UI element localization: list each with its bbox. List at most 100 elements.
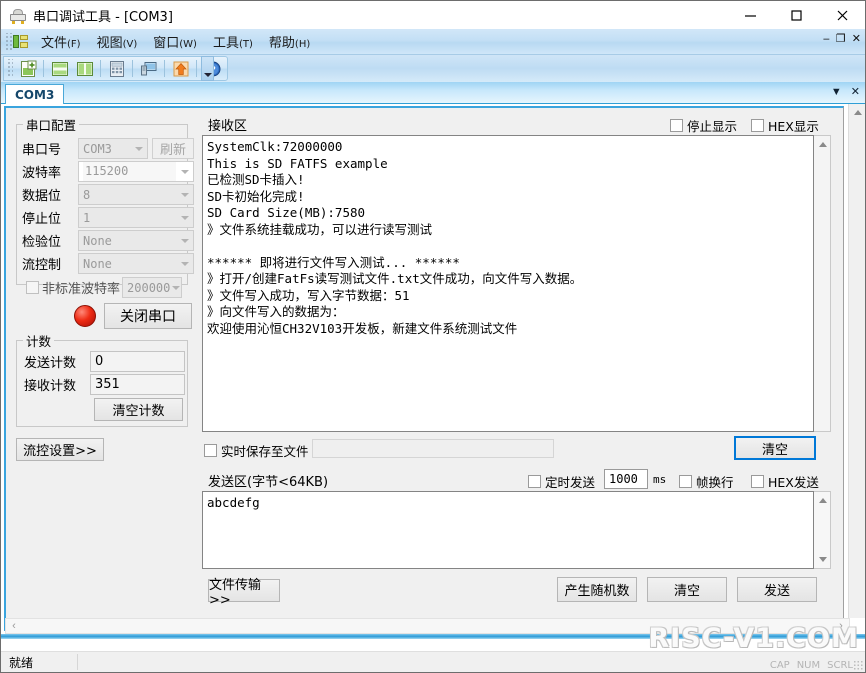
- baudrate-select[interactable]: 115200: [78, 161, 194, 182]
- new-document-icon[interactable]: [16, 58, 39, 80]
- toolbar-overflow-icon[interactable]: [201, 56, 214, 81]
- horizontal-tile-icon[interactable]: [48, 58, 71, 80]
- send-clear-button[interactable]: 清空: [647, 577, 727, 602]
- receive-clear-button[interactable]: 清空: [734, 436, 816, 460]
- port-select-value: COM3: [83, 141, 112, 156]
- nonstandard-baudrate-checkbox[interactable]: [26, 281, 39, 294]
- vertical-tile-icon[interactable]: [73, 58, 96, 80]
- flow-control-settings-label: 流控设置>>: [23, 444, 97, 459]
- receive-textarea[interactable]: SystemClk:72000000 This is SD FATFS exam…: [202, 135, 814, 432]
- save-to-file-checkbox[interactable]: [204, 444, 217, 457]
- counters-group-title: 计数: [26, 334, 52, 349]
- serial-config-group-title: 串口配置: [26, 118, 77, 133]
- child-window-com3: 串口配置 串口号 COM3 刷新 波特率 115200 数据位 8 停止位 1 …: [1, 104, 865, 653]
- scroll-up-icon[interactable]: [849, 104, 865, 121]
- menu-tools-label: 工具: [212, 36, 239, 51]
- close-port-button[interactable]: 关闭串口: [104, 303, 192, 329]
- send-button[interactable]: 发送: [737, 577, 817, 602]
- random-data-button[interactable]: 产生随机数: [557, 577, 637, 602]
- timed-send-row: 定时发送: [528, 472, 595, 491]
- scroll-up-icon[interactable]: [814, 492, 831, 509]
- menu-help-mnemonic: (H): [294, 39, 311, 50]
- window-controls: [727, 1, 865, 29]
- file-transfer-button[interactable]: 文件传输>>: [208, 578, 280, 608]
- chevron-down-icon: [176, 231, 193, 250]
- save-to-file-label: 实时保存至文件: [221, 444, 309, 459]
- scroll-left-icon[interactable]: ‹: [6, 619, 22, 633]
- menu-view-label: 视图: [96, 36, 123, 51]
- recv-count-field[interactable]: 351: [90, 374, 185, 395]
- calculator-icon[interactable]: [105, 58, 128, 80]
- baudrate-row: 波特率 115200: [22, 161, 194, 182]
- maximize-button[interactable]: [773, 1, 819, 29]
- flowcontrol-select[interactable]: None: [78, 253, 194, 274]
- random-data-button-label: 产生随机数: [564, 584, 630, 599]
- mdi-close-button[interactable]: ✕: [852, 33, 861, 45]
- send-interval-input[interactable]: 1000: [604, 469, 648, 489]
- send-count-row: 发送计数 0: [24, 351, 185, 372]
- tab-bar: COM3 ▼ ✕: [1, 82, 865, 104]
- stopbits-select[interactable]: 1: [78, 207, 194, 228]
- refresh-button-label: 刷新: [159, 143, 186, 158]
- parity-row: 检验位 None: [22, 230, 194, 251]
- menu-tools[interactable]: 工具(T): [205, 30, 261, 53]
- status-num-indicator: NUM: [796, 660, 821, 671]
- tab-close-icon[interactable]: ✕: [851, 85, 860, 98]
- mdi-restore-button[interactable]: ❐: [836, 33, 846, 45]
- timed-send-checkbox[interactable]: [528, 475, 541, 488]
- databits-select[interactable]: 8: [78, 184, 194, 205]
- computer-icon[interactable]: [137, 58, 160, 80]
- refresh-button[interactable]: 刷新: [152, 138, 194, 159]
- menu-file[interactable]: 文件(F): [33, 30, 89, 53]
- stopbits-label: 停止位: [22, 212, 62, 227]
- minimize-button[interactable]: [727, 1, 773, 29]
- stop-display-checkbox[interactable]: [670, 119, 683, 132]
- frame-newline-label: 帧换行: [696, 475, 734, 490]
- hex-send-checkbox[interactable]: [751, 475, 764, 488]
- receive-scrollbar[interactable]: [814, 135, 831, 432]
- flowcontrol-row: 流控制 None: [22, 253, 194, 274]
- baudrate-value[interactable]: 115200: [83, 162, 176, 181]
- red-indicator-icon: [74, 305, 96, 327]
- nonstandard-baudrate-select[interactable]: 200000: [122, 277, 183, 298]
- frame-newline-checkbox[interactable]: [679, 475, 692, 488]
- clear-counters-button[interactable]: 清空计数: [94, 398, 183, 421]
- send-count-value: 0: [95, 354, 104, 369]
- terminal-panel: 接收区 停止显示 HEX显示 SystemClk:72000000 This i…: [202, 113, 840, 623]
- scroll-up-icon[interactable]: [814, 136, 831, 153]
- send-clear-button-label: 清空: [673, 584, 700, 599]
- mdi-horizontal-scrollbar[interactable]: ‹ ›: [5, 618, 850, 634]
- scroll-down-icon[interactable]: [814, 551, 831, 568]
- toolbar-grip[interactable]: [6, 59, 13, 78]
- mdi-minimize-button[interactable]: ‒: [823, 33, 830, 45]
- port-label: 串口号: [22, 143, 62, 158]
- parity-label: 检验位: [22, 235, 62, 250]
- baudrate-label: 波特率: [22, 166, 62, 181]
- parity-select[interactable]: None: [78, 230, 194, 251]
- chevron-down-icon: [170, 278, 181, 297]
- scroll-right-icon[interactable]: ›: [833, 619, 849, 633]
- menu-help[interactable]: 帮助(H): [261, 30, 318, 53]
- tab-list-dropdown-icon[interactable]: ▼: [831, 86, 842, 98]
- mdi-vertical-scrollbar[interactable]: [848, 104, 865, 618]
- menubar-grip[interactable]: [4, 32, 12, 51]
- hex-display-checkbox[interactable]: [751, 119, 764, 132]
- send-count-label: 发送计数: [24, 356, 77, 371]
- flow-control-settings-button[interactable]: 流控设置>>: [16, 438, 104, 461]
- window-title: 串口调试工具 - [COM3]: [33, 9, 173, 25]
- menu-window[interactable]: 窗口(W): [145, 30, 205, 53]
- port-select[interactable]: COM3: [78, 138, 148, 159]
- save-to-file-path-input[interactable]: [312, 439, 554, 458]
- tab-com3[interactable]: COM3: [5, 84, 65, 104]
- mdi-area: COM3 ▼ ✕ 串口配置 串口号 COM3 刷新 波特率 115200 数据位…: [1, 82, 865, 653]
- send-scrollbar[interactable]: [814, 491, 831, 569]
- send-textarea[interactable]: abcdefg: [202, 491, 814, 569]
- menu-tools-mnemonic: (T): [238, 39, 253, 50]
- resize-grip-icon[interactable]: [853, 660, 863, 670]
- send-count-field[interactable]: 0: [90, 351, 185, 372]
- upload-arrow-icon[interactable]: [169, 58, 192, 80]
- close-button[interactable]: [819, 1, 865, 29]
- mdi-window-controls: ‒ ❐ ✕: [823, 33, 861, 45]
- menu-window-label: 窗口: [153, 36, 180, 51]
- menu-view[interactable]: 视图(V): [89, 30, 146, 53]
